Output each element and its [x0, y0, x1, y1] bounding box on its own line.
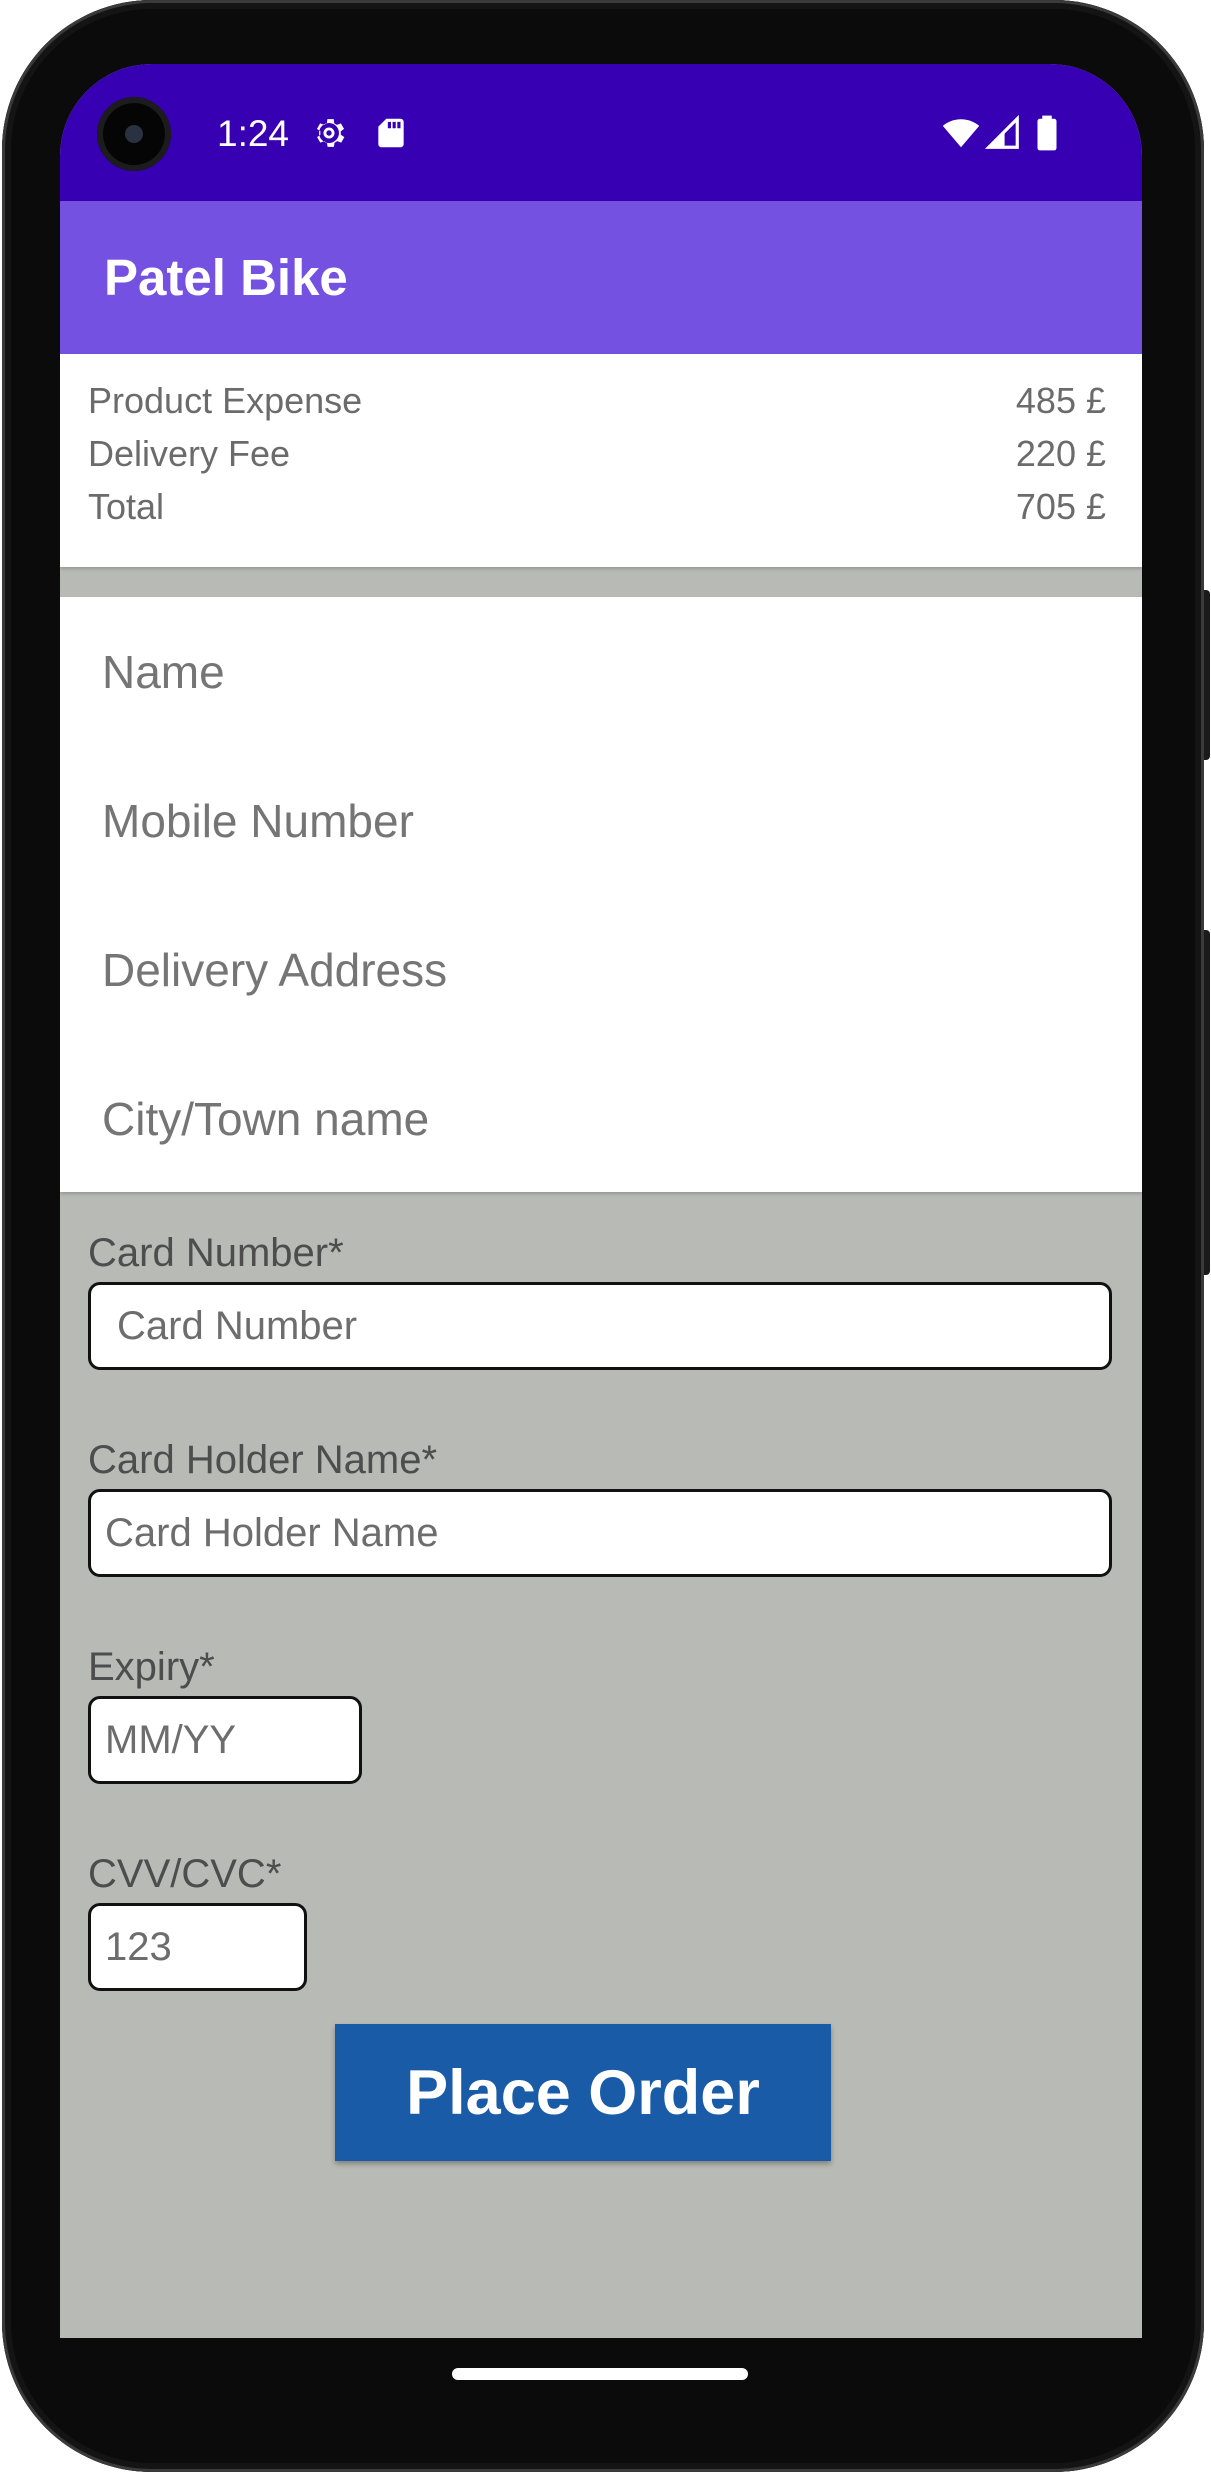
summary-label: Delivery Fee — [88, 433, 291, 474]
order-summary-card: Product Expense 485 £ Delivery Fee 220 £… — [60, 354, 1142, 567]
cvv-cvc-label: CVV/CVC* — [88, 1852, 282, 1896]
cell-signal-icon — [984, 114, 1019, 149]
cvv-cvc-input[interactable] — [88, 1903, 307, 1991]
summary-row-total: Total 705 £ — [88, 482, 1106, 532]
mobile-number-field[interactable] — [102, 786, 1102, 856]
summary-row-delivery-fee: Delivery Fee 220 £ — [88, 429, 1106, 479]
summary-row-product-expense: Product Expense 485 £ — [88, 376, 1106, 426]
card-holder-name-input[interactable] — [88, 1489, 1112, 1577]
card-holder-name-label: Card Holder Name* — [88, 1438, 438, 1482]
place-order-button[interactable]: Place Order — [335, 2024, 831, 2161]
expiry-label: Expiry* — [88, 1645, 215, 1689]
summary-value: 220 £ — [1015, 433, 1106, 474]
name-field[interactable] — [102, 637, 1102, 707]
delivery-address-field[interactable] — [102, 935, 1102, 1005]
screen: 1:24 Patel Bike Product Expense 485 £ De… — [60, 64, 1142, 2338]
front-camera — [97, 97, 171, 171]
card-number-label: Card Number* — [88, 1231, 344, 1275]
summary-value: 485 £ — [1015, 380, 1106, 421]
status-bar: 1:24 — [60, 64, 1142, 201]
app-title: Patel Bike — [104, 249, 348, 306]
app-bar: Patel Bike — [60, 201, 1142, 354]
summary-label: Product Expense — [88, 380, 363, 421]
expiry-input[interactable] — [88, 1696, 362, 1784]
summary-label: Total — [88, 486, 165, 527]
home-indicator[interactable] — [452, 2368, 748, 2380]
battery-icon — [1037, 115, 1057, 151]
status-time: 1:24 — [217, 113, 290, 154]
wifi-icon — [942, 119, 980, 148]
city-town-field[interactable] — [102, 1084, 1102, 1154]
settings-gear-icon — [316, 119, 345, 147]
contact-form-card — [60, 597, 1142, 1192]
bottom-bezel — [0, 2338, 1211, 2474]
sd-card-icon — [378, 118, 404, 148]
card-number-input[interactable] — [88, 1282, 1112, 1370]
summary-value: 705 £ — [1015, 486, 1106, 527]
device-frame: 1:24 Patel Bike Product Expense 485 £ De… — [0, 0, 1211, 2474]
